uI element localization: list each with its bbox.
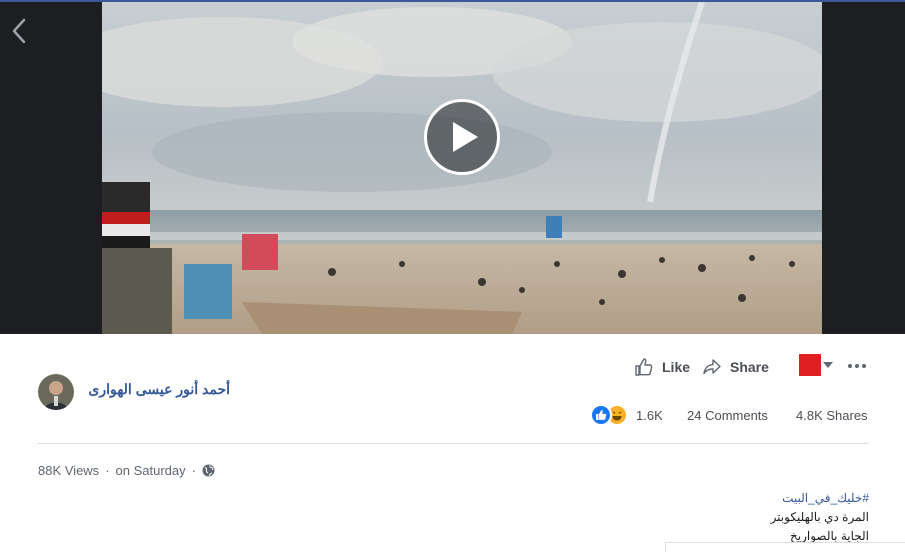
caption-hashtag[interactable]: #خليك_في_البيت (669, 489, 869, 508)
caption-line: المرة دي بالهليكوبتر (770, 510, 869, 524)
play-icon (453, 122, 478, 152)
share-label: Share (730, 359, 769, 375)
thumbs-up-icon (635, 358, 653, 376)
page-flag-selector[interactable] (799, 353, 833, 377)
author-name-link[interactable]: أحمد أنور عيسى الهوارى (80, 381, 230, 398)
avatar-image (38, 374, 74, 410)
post-timestamp[interactable]: on Saturday (116, 463, 186, 478)
like-reaction-icon (590, 404, 612, 426)
meta-separator: · (105, 463, 110, 478)
like-label: Like (662, 359, 691, 375)
comments-count-link[interactable]: 24 Comments (687, 408, 768, 423)
views-count: 88K Views (38, 463, 100, 478)
share-button[interactable]: Share (702, 355, 769, 379)
chevron-left-icon (12, 18, 26, 44)
divider (38, 443, 869, 444)
globe-icon[interactable] (202, 464, 215, 477)
caret-down-icon (823, 362, 833, 368)
meta-separator-2: · (191, 463, 196, 478)
share-icon (703, 359, 721, 375)
play-button[interactable] (424, 99, 500, 175)
flag-icon (799, 354, 821, 376)
post-meta: 88K Views · on Saturday · (38, 463, 215, 478)
more-options-button[interactable] (846, 356, 870, 376)
post-caption: #خليك_في_البيت المرة دي بالهليكوبتر الجا… (669, 489, 869, 546)
back-button[interactable] (8, 16, 32, 46)
like-button[interactable]: Like (634, 355, 690, 379)
shares-count-link[interactable]: 4.8K Shares (796, 408, 868, 423)
author-avatar[interactable] (38, 374, 74, 410)
reactions-summary[interactable]: 1.6K (590, 404, 663, 426)
reactions-count: 1.6K (636, 407, 663, 423)
video-player[interactable] (0, 2, 905, 334)
more-icon (848, 364, 866, 368)
